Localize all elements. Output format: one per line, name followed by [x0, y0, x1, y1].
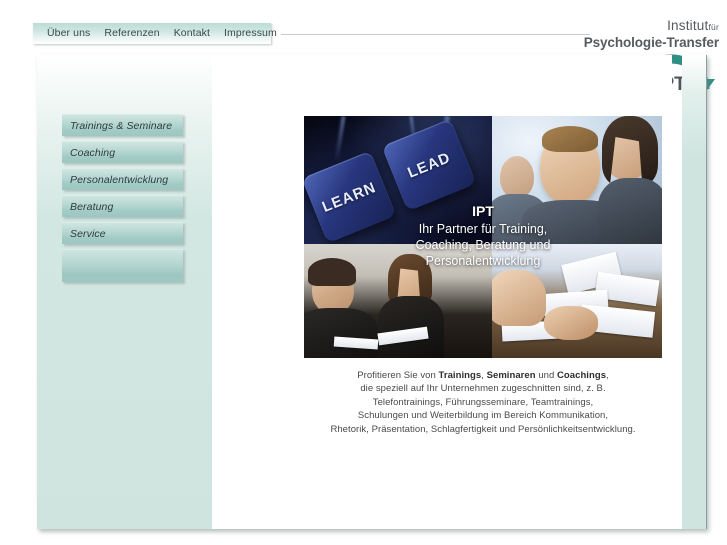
intro-emphasis: Trainings	[438, 370, 482, 381]
intro-run: Profitieren Sie von	[357, 370, 439, 381]
logo-word-institut: Institut	[667, 18, 709, 33]
main-content-pane: LEAD LEARN IPT Ihr Partner für Training,…	[212, 55, 672, 529]
intro-paragraph: Profitieren Sie von Trainings, Seminaren…	[304, 369, 662, 436]
hand	[492, 270, 546, 326]
sidebar-item-label: Trainings & Seminare	[70, 119, 173, 132]
light-streak	[334, 116, 346, 163]
banner-tile-learn-lead: LEAD LEARN	[304, 116, 492, 244]
intro-emphasis: Coachings	[557, 370, 607, 381]
person-shoulders	[304, 308, 378, 358]
banner-tile-desk-papers	[492, 244, 662, 358]
intro-run: Telefontrainings, Führungsseminare, Team…	[372, 396, 594, 408]
top-navigation: Über uns Referenzen Kontakt Impressum	[33, 23, 277, 44]
nav-item-referenzen[interactable]: Referenzen	[97, 23, 166, 44]
intro-emphasis: Seminaren	[486, 370, 536, 381]
header-divider-line	[281, 34, 590, 35]
right-accent-strip	[682, 55, 707, 529]
key-lead-label: LEAD	[405, 148, 453, 182]
nav-item-ueber-uns[interactable]: Über uns	[40, 23, 97, 44]
person-head	[500, 156, 534, 198]
sidebar-item-trainings-seminare[interactable]: Trainings & Seminare	[62, 114, 183, 136]
hero-banner-collage: LEAD LEARN IPT Ihr Partner für Training,…	[304, 116, 662, 358]
sidebar-item-label: Beratung	[70, 200, 114, 213]
sidebar-panel: Trainings & Seminare Coaching Personalen…	[37, 55, 212, 529]
sidebar-item-label: Service	[70, 227, 106, 240]
banner-tile-meeting	[304, 244, 492, 358]
nav-item-kontakt[interactable]: Kontakt	[167, 23, 217, 44]
content-frame: Trainings & Seminare Coaching Personalen…	[37, 55, 707, 529]
intro-text: Profitieren Sie von Trainings, Seminaren…	[304, 369, 662, 436]
sidebar-item-label: Personalentwicklung	[70, 173, 169, 186]
sidebar-item-empty[interactable]	[62, 249, 183, 282]
key-learn: LEARN	[304, 150, 397, 244]
sidebar-item-beratung[interactable]: Beratung	[62, 195, 183, 217]
logo-word-fuer: für	[708, 22, 719, 32]
sidebar-item-label: Coaching	[70, 146, 116, 159]
sidebar-item-coaching[interactable]: Coaching	[62, 141, 183, 163]
intro-run: Schulungen und Weiterbildung im Bereich …	[357, 410, 609, 422]
sidebar-item-personalentwicklung[interactable]: Personalentwicklung	[62, 168, 183, 190]
hand	[544, 306, 598, 340]
key-learn-label: LEARN	[319, 178, 379, 216]
intro-run: ,	[606, 370, 609, 381]
logo-line-institut: Institutfür	[574, 18, 719, 35]
key-lead: LEAD	[381, 118, 477, 212]
page-root: Über uns Referenzen Kontakt Impressum In…	[0, 0, 727, 545]
person-hair	[542, 126, 598, 152]
intro-run: die speziell auf Ihr Unternehmen zugesch…	[360, 383, 606, 395]
logo-line-psychologie-transfer: Psychologie-Transfer	[583, 35, 719, 50]
sidebar-item-service[interactable]: Service	[62, 222, 183, 244]
banner-tile-business-people	[492, 116, 662, 244]
intro-run: und	[535, 370, 558, 381]
intro-run: Rhetorik, Präsentation, Schlagfertigkeit…	[330, 423, 636, 435]
person-shoulders	[598, 178, 662, 244]
nav-item-impressum[interactable]: Impressum	[217, 23, 284, 44]
person-hair	[308, 258, 356, 286]
sidebar-menu: Trainings & Seminare Coaching Personalen…	[62, 114, 184, 287]
person-shoulders	[378, 296, 444, 358]
